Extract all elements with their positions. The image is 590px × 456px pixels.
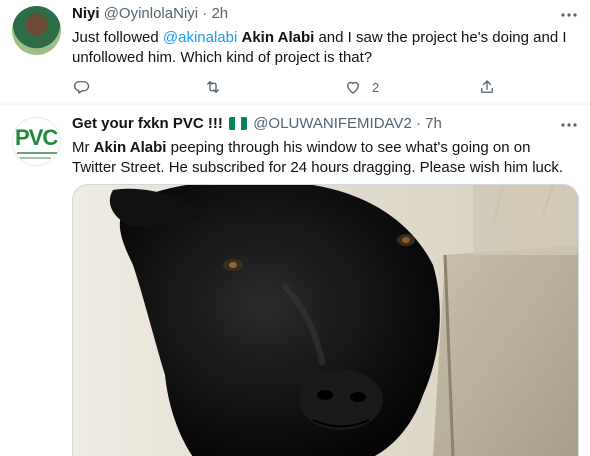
separator-dot: ·	[415, 115, 421, 132]
logo-text: PVC	[15, 125, 58, 150]
tweet-time[interactable]: 7h	[425, 115, 442, 132]
bold-name: Akin Alabi	[93, 139, 167, 156]
logo-subtext-line	[17, 157, 51, 159]
user-handle[interactable]: @OLUWANIFEMIDAV2	[253, 115, 412, 132]
text-segment: Mr	[72, 139, 94, 156]
more-horizontal-icon[interactable]	[560, 118, 578, 134]
tweet-header: Get your fxkn PVC !!! @OLUWANIFEMIDAV2 ·…	[72, 114, 442, 134]
pvc-logo: PVC	[15, 125, 58, 151]
display-name[interactable]: Get your fxkn PVC !!!	[72, 115, 223, 132]
tweet-text: Mr Akin Alabi peeping through his window…	[72, 138, 577, 178]
logo-subtext-line	[17, 152, 57, 154]
avatar[interactable]: PVC	[12, 117, 61, 166]
nigeria-flag-icon	[229, 117, 248, 130]
goat-photo[interactable]	[72, 184, 579, 456]
tweet-pvc[interactable]: PVC Get your fxkn PVC !!! @OLUWANIFEMIDA…	[0, 0, 590, 456]
goat-image	[73, 185, 578, 456]
